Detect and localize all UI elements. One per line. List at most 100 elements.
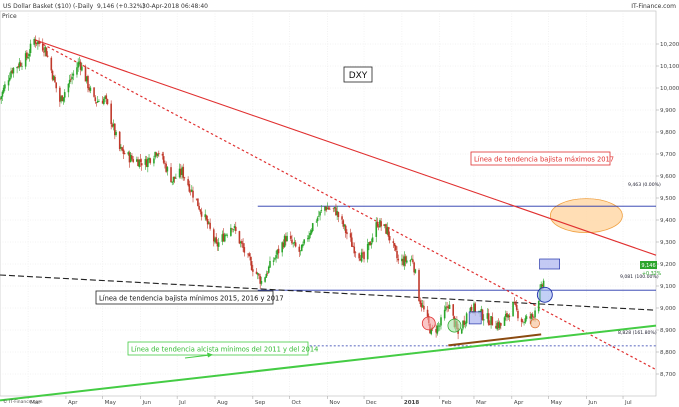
last-price-value: 9,146: [641, 263, 655, 269]
y-tick-label: 10,200: [660, 42, 679, 48]
candle-body: [8, 77, 11, 81]
candle-body: [198, 205, 200, 210]
y-tick-label: 9,100: [660, 284, 676, 290]
candle-body: [302, 244, 304, 246]
candle-body: [206, 219, 209, 225]
candle-body: [487, 313, 490, 325]
candle-body: [147, 158, 149, 168]
y-tick-label: 9,900: [660, 108, 676, 114]
candle-body: [396, 250, 398, 259]
candle-body: [192, 190, 194, 198]
candle-body: [515, 304, 518, 310]
candle-body: [161, 153, 164, 156]
candle-body: [542, 280, 545, 288]
candle-body: [512, 301, 514, 317]
last-change-value: +0.32%: [642, 271, 662, 277]
candle-body: [63, 92, 66, 98]
candle-body: [274, 258, 276, 260]
y-tick-label: 9,400: [660, 218, 676, 224]
x-tick-label: Mar: [476, 400, 487, 406]
candle-body: [162, 156, 165, 163]
candle-body: [183, 177, 186, 179]
dxy-chart: US Dollar Basket ($10) (-) Daily 9,146 (…: [0, 0, 679, 407]
candle-body: [209, 222, 211, 229]
x-tick-label: Feb: [442, 400, 452, 406]
breakout-circle: [536, 286, 553, 303]
candle-body: [286, 235, 288, 242]
candle-body: [460, 329, 463, 334]
candle-body: [319, 211, 321, 216]
candle-body: [436, 325, 439, 334]
candle-body: [291, 239, 293, 244]
candle-body: [72, 73, 75, 76]
candle-body: [371, 237, 374, 242]
candle-body: [277, 248, 280, 254]
candle-body: [380, 221, 382, 227]
downtrend-2015-label: Línea de tendencia bajista mínimos 2015,…: [99, 295, 284, 303]
candle-body: [55, 82, 57, 89]
candle-body: [89, 87, 92, 91]
candle-body: [405, 260, 408, 263]
candle-body: [29, 43, 32, 54]
instrument-label: US Dollar Basket ($10) (-): [3, 3, 80, 10]
x-tick-label: Jun: [587, 400, 597, 406]
candle-body: [344, 225, 347, 233]
touch-circle-feb: [447, 318, 462, 333]
candle-body: [265, 273, 268, 278]
candle-body: [199, 209, 202, 212]
candle-body: [50, 57, 53, 71]
candle-body: [215, 237, 218, 243]
candle-body: [303, 239, 305, 244]
uptrend-label: Línea de tendencia alcista mínimos del 2…: [131, 346, 318, 354]
candle-body: [105, 95, 108, 99]
y-tick-label: 9,800: [660, 130, 676, 136]
candle-body: [363, 252, 365, 260]
candle-body: [243, 247, 246, 253]
candle-body: [514, 303, 517, 305]
chart-title: DXY: [349, 71, 368, 81]
candle-body: [294, 242, 297, 247]
candle-body: [272, 260, 275, 262]
candle-body: [170, 167, 172, 183]
candle-body: [249, 256, 252, 261]
x-tick-label: Nov: [329, 400, 340, 406]
candle-body: [115, 131, 117, 135]
candle-body: [7, 80, 10, 86]
touch-circle-jan: [421, 316, 436, 331]
candle-body: [205, 215, 208, 220]
candle-body: [164, 162, 166, 164]
x-tick-label: 2018: [404, 400, 419, 406]
highlight-box-may: [539, 258, 560, 270]
candle-body: [366, 243, 369, 260]
candle-body: [438, 325, 441, 327]
candle-body: [41, 43, 44, 51]
candle-body: [397, 258, 400, 261]
downtrend-2015-annotation: Línea de tendencia bajista mínimos 2015,…: [95, 290, 284, 305]
candle-body: [188, 184, 191, 192]
candle-body: [123, 153, 126, 155]
touch-circle-apr: [530, 318, 540, 329]
candle-body: [508, 315, 511, 318]
candle-body: [470, 306, 473, 311]
x-tick-label: Jul: [178, 400, 186, 406]
candle-body: [354, 252, 357, 253]
y-tick-label: 9,600: [660, 174, 676, 180]
candle-body: [426, 309, 429, 317]
candle-body: [118, 131, 121, 149]
candle-body: [337, 212, 340, 217]
candle-body: [149, 158, 152, 163]
x-tick-label: Sep: [255, 400, 266, 406]
candle-body: [318, 215, 320, 217]
candle-body: [223, 234, 226, 242]
candle-body: [388, 235, 391, 241]
candle-body: [248, 253, 251, 257]
y-tick-label: 10,000: [660, 86, 679, 92]
candle-body: [67, 83, 70, 93]
candle-body: [414, 269, 417, 273]
fib-161-label: 8,828 (161.80%): [618, 330, 657, 336]
y-tick-label: 9,300: [660, 240, 676, 246]
candle-body: [238, 231, 241, 244]
downtrend-2017-label: Línea de tendencia bajista máximos 2017: [474, 156, 614, 164]
x-tick-label: May: [105, 400, 117, 406]
candle-body: [166, 167, 169, 172]
